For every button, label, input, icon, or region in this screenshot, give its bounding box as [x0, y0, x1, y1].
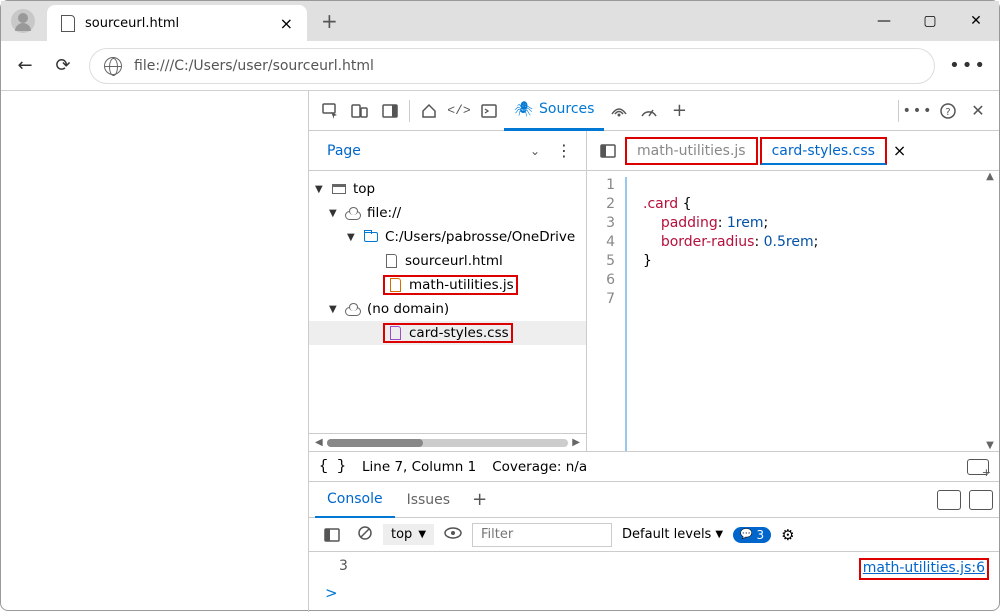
vertical-scrollbar[interactable]: ▲▼ — [983, 171, 997, 451]
tree-file-scheme[interactable]: ▼file:// — [309, 201, 586, 225]
close-window-button[interactable]: ✕ — [953, 1, 999, 41]
devtools-panel: </> 🕷 Sources + ••• ? ✕ Page ⌄ — [309, 91, 999, 612]
dock-icon[interactable] — [375, 96, 405, 126]
browser-menu-button[interactable]: ••• — [949, 55, 987, 76]
new-snippet-button[interactable] — [967, 459, 989, 475]
log-source-link[interactable]: math-utilities.js:6 — [859, 558, 989, 580]
tree-folder[interactable]: ▼C:/Users/pabrosse/OneDrive — [309, 225, 586, 249]
address-bar: ← ⟳ file:///C:/Users/user/sourceurl.html… — [1, 41, 999, 91]
refresh-button[interactable]: ⟳ — [51, 54, 75, 78]
help-icon[interactable]: ? — [933, 96, 963, 126]
page-icon — [61, 15, 75, 32]
log-level-selector[interactable]: Default levels▼ — [622, 527, 723, 542]
editor-statusbar: { } Line 7, Column 1 Coverage: n/a — [309, 451, 999, 481]
clear-console-button[interactable] — [357, 525, 373, 545]
sources-navigator: Page ⌄ ⋮ ▼top ▼file:// ▼C:/Users/pabross… — [309, 131, 587, 451]
tree-no-domain[interactable]: ▼(no domain) — [309, 297, 586, 321]
svg-text:?: ? — [945, 107, 950, 118]
more-tabs-button[interactable]: + — [664, 96, 694, 126]
console-settings-button[interactable]: ⚙ — [781, 526, 794, 544]
welcome-icon[interactable] — [414, 96, 444, 126]
live-expression-button[interactable] — [444, 527, 462, 543]
context-selector[interactable]: top▼ — [383, 524, 434, 545]
back-button[interactable]: ← — [13, 54, 37, 78]
cursor-position: Line 7, Column 1 — [362, 459, 476, 475]
drawer-collapse-button[interactable] — [969, 490, 993, 510]
scope-label: top — [391, 527, 412, 542]
issues-tab[interactable]: Issues — [395, 482, 463, 518]
add-console-tab-button[interactable]: + — [462, 489, 497, 510]
editor-tab-label: math-utilities.js — [637, 143, 746, 159]
source-editor: math-utilities.js card-styles.css × 1234… — [587, 131, 999, 451]
globe-icon — [104, 57, 122, 75]
console-tab[interactable]: Console — [315, 482, 395, 518]
tree-label: top — [353, 181, 375, 197]
tree-file-html[interactable]: sourceurl.html — [309, 249, 586, 273]
navigator-more-button[interactable]: ⋮ — [548, 141, 580, 160]
tab-title: sourceurl.html — [85, 16, 179, 31]
toggle-sidebar-button[interactable] — [317, 520, 347, 550]
bug-icon: 🕷 — [514, 100, 533, 118]
sources-tab[interactable]: 🕷 Sources — [504, 91, 604, 131]
close-tab-icon[interactable]: × — [280, 14, 293, 33]
profile-avatar[interactable] — [11, 9, 35, 33]
horizontal-scrollbar[interactable] — [327, 439, 569, 447]
maximize-button[interactable]: ▢ — [907, 1, 953, 41]
elements-icon[interactable]: </> — [444, 96, 474, 126]
tree-file-js[interactable]: math-utilities.js — [309, 273, 586, 297]
tree-label: card-styles.css — [409, 325, 509, 341]
issues-badge[interactable]: 💬3 — [733, 527, 771, 543]
drawer-dock-button[interactable] — [937, 490, 961, 510]
sources-tab-label: Sources — [539, 101, 594, 117]
devtools-menu-button[interactable]: ••• — [903, 96, 933, 126]
navigator-overflow-button[interactable]: ⌄ — [522, 144, 548, 158]
inspect-icon[interactable] — [315, 96, 345, 126]
code-lines: .card { padding: 1rem; border-radius: 0.… — [627, 177, 818, 451]
line-gutter: 1234567 — [587, 177, 627, 451]
tree-file-css[interactable]: card-styles.css — [309, 321, 586, 345]
url-text: file:///C:/Users/user/sourceurl.html — [134, 58, 374, 74]
page-tab[interactable]: Page — [315, 131, 373, 171]
tree-label: C:/Users/pabrosse/OneDrive — [385, 229, 575, 245]
performance-icon[interactable] — [634, 96, 664, 126]
network-icon[interactable] — [604, 96, 634, 126]
console-prompt[interactable]: > — [319, 580, 989, 606]
tree-top[interactable]: ▼top — [309, 177, 586, 201]
editor-tab-css[interactable]: card-styles.css — [760, 137, 887, 165]
console-log-row: 3 math-utilities.js:6 — [319, 558, 989, 580]
filter-input[interactable] — [472, 523, 612, 547]
page-viewport — [1, 91, 309, 612]
url-input[interactable]: file:///C:/Users/user/sourceurl.html — [89, 48, 935, 84]
browser-tab[interactable]: sourceurl.html × — [47, 5, 307, 41]
coverage-status: Coverage: n/a — [492, 459, 587, 475]
tree-label: (no domain) — [367, 301, 449, 317]
tree-label: sourceurl.html — [405, 253, 503, 269]
badge-count: 3 — [757, 528, 765, 542]
close-devtools-button[interactable]: ✕ — [963, 96, 993, 126]
device-icon[interactable] — [345, 96, 375, 126]
log-value: 3 — [319, 558, 348, 580]
new-tab-button[interactable]: + — [307, 9, 352, 33]
minimize-button[interactable]: — — [861, 1, 907, 41]
tree-label: math-utilities.js — [409, 277, 514, 293]
console-icon[interactable] — [474, 96, 504, 126]
format-icon[interactable]: { } — [319, 458, 346, 475]
code-area[interactable]: 1234567 .card { padding: 1rem; border-ra… — [587, 171, 999, 451]
levels-label: Default levels — [622, 527, 711, 542]
editor-tab-js[interactable]: math-utilities.js — [625, 137, 758, 165]
devtools-toolbar: </> 🕷 Sources + ••• ? ✕ — [309, 91, 999, 131]
browser-titlebar: sourceurl.html × + — ▢ ✕ — [1, 1, 999, 41]
toggle-navigator-button[interactable] — [593, 136, 623, 166]
close-editor-tab-icon[interactable]: × — [889, 141, 910, 160]
tree-label: file:// — [367, 205, 401, 221]
console-drawer: Console Issues + top▼ Default levels▼ 💬 — [309, 481, 999, 612]
editor-tab-label: card-styles.css — [772, 143, 875, 159]
file-tree: ▼top ▼file:// ▼C:/Users/pabrosse/OneDriv… — [309, 171, 586, 433]
